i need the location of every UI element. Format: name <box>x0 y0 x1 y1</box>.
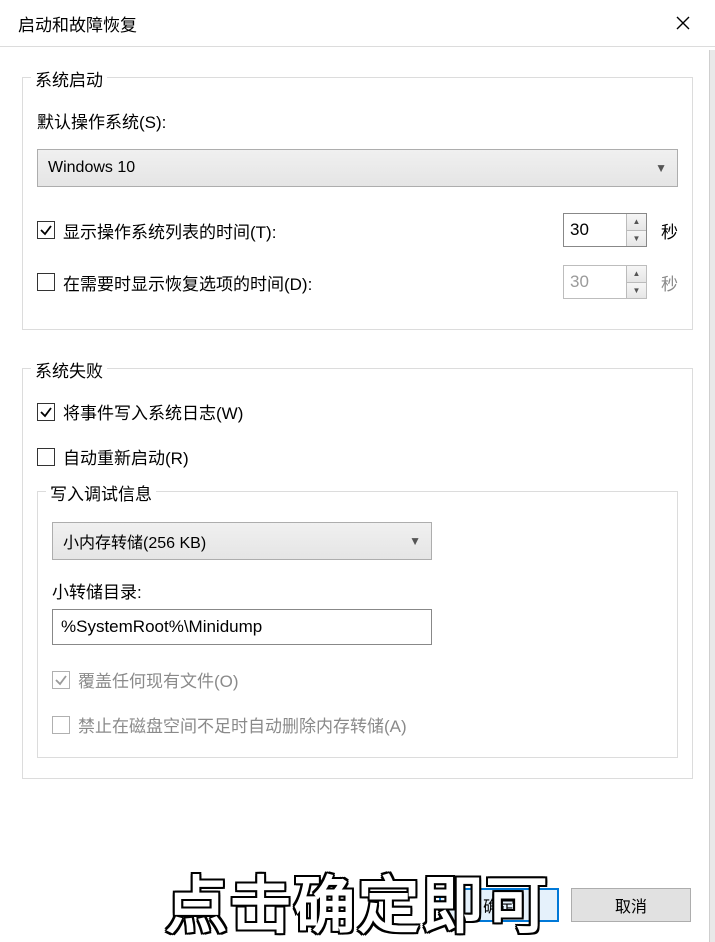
os-list-time-checkbox[interactable] <box>37 221 55 239</box>
auto-restart-checkbox[interactable] <box>37 448 55 466</box>
no-auto-delete-checkbox <box>52 716 70 734</box>
chevron-down-icon: ▼ <box>409 534 421 548</box>
close-button[interactable] <box>663 8 703 38</box>
os-list-time-row: 显示操作系统列表的时间(T): 30 ▲ ▼ 秒 <box>37 213 678 247</box>
os-list-time-value: 30 <box>564 214 626 246</box>
right-edge-shadow <box>709 50 715 942</box>
cancel-button-label: 取消 <box>615 893 647 917</box>
write-event-label: 将事件写入系统日志(W) <box>63 399 243 424</box>
dump-type-value: 小内存转储(256 KB) <box>63 529 206 553</box>
recovery-time-unit: 秒 <box>661 270 678 295</box>
no-auto-delete-checkbox-wrap: 禁止在磁盘空间不足时自动删除内存转储(A) <box>52 712 663 737</box>
recovery-time-value: 30 <box>564 266 626 298</box>
system-failure-group: 系统失败 将事件写入系统日志(W) 自动重新启动(R) 写入调试信息 小内存转储… <box>22 368 693 779</box>
recovery-time-row: 在需要时显示恢复选项的时间(D): 30 ▲ ▼ 秒 <box>37 265 678 299</box>
spinner-down-icon: ▼ <box>627 283 646 299</box>
overwrite-checkbox <box>52 671 70 689</box>
ok-button[interactable]: 确定 <box>439 888 559 922</box>
window-title: 启动和故障恢复 <box>18 11 137 36</box>
dump-type-select[interactable]: 小内存转储(256 KB) ▼ <box>52 522 432 560</box>
recovery-time-checkbox-wrap[interactable]: 在需要时显示恢复选项的时间(D): <box>37 270 312 295</box>
ok-button-label: 确定 <box>483 893 515 917</box>
overwrite-label: 覆盖任何现有文件(O) <box>78 667 239 692</box>
spinner-up-icon[interactable]: ▲ <box>627 214 646 231</box>
default-os-label: 默认操作系统(S): <box>37 108 678 133</box>
dump-dir-input[interactable]: %SystemRoot%\Minidump <box>52 609 432 645</box>
default-os-value: Windows 10 <box>48 159 135 177</box>
recovery-time-spinner: 30 ▲ ▼ <box>563 265 647 299</box>
os-list-time-unit: 秒 <box>661 218 678 243</box>
os-list-time-checkbox-wrap[interactable]: 显示操作系统列表的时间(T): <box>37 218 276 243</box>
no-auto-delete-label: 禁止在磁盘空间不足时自动删除内存转储(A) <box>78 712 407 737</box>
system-startup-legend: 系统启动 <box>31 66 107 91</box>
auto-restart-checkbox-wrap[interactable]: 自动重新启动(R) <box>37 444 678 469</box>
spinner-up-icon: ▲ <box>627 266 646 283</box>
system-failure-legend: 系统失败 <box>31 357 107 382</box>
debug-info-group: 写入调试信息 小内存转储(256 KB) ▼ 小转储目录: %SystemRoo… <box>37 491 678 758</box>
titlebar: 启动和故障恢复 <box>0 0 715 47</box>
debug-info-legend: 写入调试信息 <box>46 480 156 505</box>
check-icon <box>39 405 53 419</box>
check-icon <box>39 223 53 237</box>
chevron-down-icon: ▼ <box>655 161 667 175</box>
spinner-down-icon[interactable]: ▼ <box>627 231 646 247</box>
default-os-select[interactable]: Windows 10 ▼ <box>37 149 678 187</box>
dump-dir-label: 小转储目录: <box>52 578 663 603</box>
recovery-time-checkbox[interactable] <box>37 273 55 291</box>
dump-dir-value: %SystemRoot%\Minidump <box>61 617 262 637</box>
cancel-button[interactable]: 取消 <box>571 888 691 922</box>
write-event-checkbox-wrap[interactable]: 将事件写入系统日志(W) <box>37 399 678 424</box>
system-startup-group: 系统启动 默认操作系统(S): Windows 10 ▼ 显示操作系统列表的时间… <box>22 77 693 330</box>
os-list-time-label: 显示操作系统列表的时间(T): <box>63 218 276 243</box>
check-icon <box>54 673 68 687</box>
write-event-checkbox[interactable] <box>37 403 55 421</box>
dialog-buttons: 确定 取消 <box>439 888 691 922</box>
os-list-time-spinner[interactable]: 30 ▲ ▼ <box>563 213 647 247</box>
dialog-content: 系统启动 默认操作系统(S): Windows 10 ▼ 显示操作系统列表的时间… <box>0 47 715 779</box>
recovery-time-label: 在需要时显示恢复选项的时间(D): <box>63 270 312 295</box>
auto-restart-label: 自动重新启动(R) <box>63 444 189 469</box>
overwrite-checkbox-wrap: 覆盖任何现有文件(O) <box>52 667 663 692</box>
close-icon <box>676 16 690 30</box>
